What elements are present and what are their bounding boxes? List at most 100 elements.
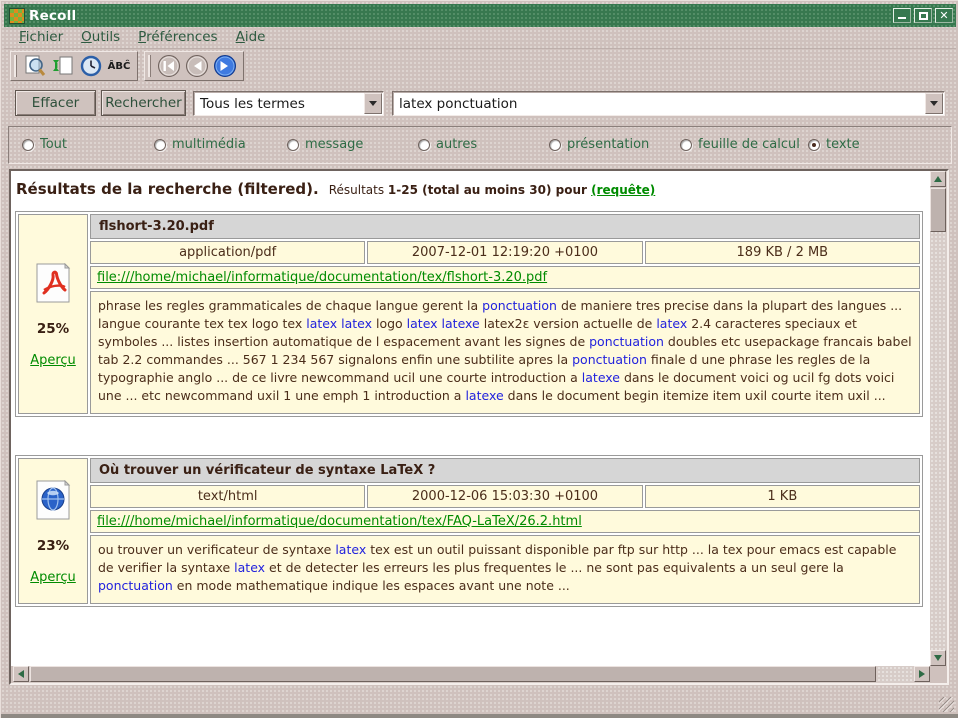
relevance-percent: 23% — [19, 538, 87, 554]
preview-link[interactable]: Aperçu — [30, 570, 76, 585]
term-explorer-icon[interactable]: ÂBĈ — [105, 53, 133, 79]
snippet-highlight: latex latexe — [407, 316, 480, 331]
radio-icon — [680, 139, 692, 151]
toolbar-group-nav — [144, 51, 244, 81]
snippet-highlight: latex — [335, 542, 366, 557]
previous-page-icon[interactable] — [183, 53, 211, 79]
snippet-highlight: latexe — [465, 388, 503, 403]
toolbar: ÂBĈ — [4, 49, 956, 83]
menubar: Fichier Outils Préférences Aide — [4, 27, 956, 49]
maximize-icon — [919, 12, 928, 20]
vertical-scrollbar[interactable] — [930, 171, 947, 666]
snippet-highlight: ponctuation — [572, 352, 647, 367]
radio-icon — [22, 139, 34, 151]
result-url-link[interactable]: file:///home/michael/informatique/docume… — [97, 514, 582, 529]
toolbar-handle[interactable] — [148, 55, 151, 77]
toolbar-group-main: ÂBĈ — [10, 51, 138, 81]
filter-radio-feuille-de-calcul[interactable]: feuille de calcul — [680, 137, 800, 152]
scroll-left-icon[interactable] — [13, 666, 29, 682]
filter-label: message — [305, 137, 363, 152]
maximize-button[interactable] — [914, 8, 932, 23]
result-item: 25% Aperçu flshort-3.20.pdf application/… — [15, 211, 923, 417]
result-side-cell: 23% Aperçu — [18, 458, 88, 604]
titlebar[interactable]: Recoll ✕ — [4, 4, 956, 27]
menu-fichier[interactable]: Fichier — [10, 27, 72, 48]
menu-aide[interactable]: Aide — [227, 27, 275, 48]
snippet-highlight: latexe — [582, 370, 620, 385]
radio-icon — [287, 139, 299, 151]
filter-label: multimédia — [172, 137, 246, 152]
result-item: 23% Aperçu Où trouver un vérificateur de… — [15, 455, 923, 607]
chevron-down-icon[interactable] — [364, 93, 382, 114]
result-snippet: ou trouver un verificateur de syntaxe la… — [90, 535, 920, 604]
filter-radio-multimedia[interactable]: multimédia — [154, 137, 246, 152]
close-icon: ✕ — [936, 9, 952, 22]
horizontal-scrollbar[interactable] — [13, 666, 930, 683]
result-size: 1 KB — [645, 485, 920, 508]
relevance-percent: 25% — [19, 321, 87, 337]
scroll-up-icon[interactable] — [930, 171, 946, 187]
snippet-highlight: latex — [234, 560, 265, 575]
resize-grip[interactable] — [939, 697, 954, 712]
document-preview-icon[interactable] — [21, 53, 49, 79]
filter-radio-texte[interactable]: texte — [808, 137, 860, 152]
pdf-file-icon — [35, 263, 71, 307]
filter-radio-autres[interactable]: autres — [418, 137, 477, 152]
history-clock-icon[interactable] — [77, 53, 105, 79]
snippet-text: et de detecter les erreurs les plus freq… — [265, 560, 844, 575]
radio-icon — [808, 139, 820, 151]
result-title: Où trouver un vérificateur de syntaxe La… — [90, 458, 920, 483]
snippet-highlight: latex — [656, 316, 687, 331]
result-snippet: phrase les regles grammaticales de chaqu… — [90, 291, 920, 414]
snippet-text: phrase les regles grammaticales de chaqu… — [98, 298, 482, 313]
result-mime: text/html — [90, 485, 365, 508]
results-count-prefix: Résultats — [329, 183, 388, 197]
search-mode-select[interactable]: Tous les termes — [193, 91, 384, 116]
snippet-text: en mode mathematique indique les espaces… — [173, 578, 570, 593]
next-page-icon[interactable] — [211, 53, 239, 79]
clear-button[interactable]: Effacer — [15, 90, 96, 116]
sort-by-date-icon[interactable] — [49, 53, 77, 79]
filter-label: texte — [826, 137, 860, 152]
window-title: Recoll — [29, 8, 76, 24]
recoll-app-icon — [9, 8, 25, 24]
category-filter-frame: Tout multimédia message autres présentat… — [8, 126, 952, 164]
first-page-icon[interactable] — [155, 53, 183, 79]
result-date: 2000-12-06 15:03:30 +0100 — [367, 485, 642, 508]
radio-icon — [418, 139, 430, 151]
search-query-input[interactable]: latex ponctuation — [392, 91, 945, 116]
window-edge — [1, 714, 958, 718]
menu-preferences[interactable]: Préférences — [129, 27, 226, 48]
result-url-link[interactable]: file:///home/michael/informatique/docume… — [97, 270, 547, 285]
snippet-text: latex2ε version actuelle de — [480, 316, 657, 331]
minimize-button[interactable] — [893, 8, 911, 23]
filter-radio-message[interactable]: message — [287, 137, 363, 152]
filter-label: autres — [436, 137, 477, 152]
preview-link[interactable]: Aperçu — [30, 353, 76, 368]
results-list: Résultats de la recherche (filtered). Rés… — [11, 171, 930, 666]
scroll-right-icon[interactable] — [914, 666, 930, 682]
result-mime: application/pdf — [90, 241, 365, 264]
toolbar-handle[interactable] — [14, 55, 17, 77]
filter-label: Tout — [40, 137, 67, 152]
query-link[interactable]: (requête) — [591, 183, 655, 197]
snippet-highlight: ponctuation — [482, 298, 557, 313]
result-title: flshort-3.20.pdf — [90, 214, 920, 239]
vertical-scroll-thumb[interactable] — [930, 188, 946, 232]
filter-radio-tout[interactable]: Tout — [22, 137, 67, 152]
results-frame: Résultats de la recherche (filtered). Rés… — [9, 169, 949, 685]
close-button[interactable]: ✕ — [935, 8, 953, 23]
snippet-text: ou trouver un verificateur de syntaxe — [98, 542, 335, 557]
snippet-highlight: latex latex — [306, 316, 372, 331]
snippet-text: dans le document begin itemize item uxil… — [504, 388, 886, 403]
search-button[interactable]: Rechercher — [101, 90, 186, 116]
minimize-icon — [898, 17, 906, 19]
radio-icon — [549, 139, 561, 151]
menu-outils[interactable]: Outils — [72, 27, 129, 48]
horizontal-scroll-thumb[interactable] — [30, 666, 876, 682]
snippet-text: logo — [372, 316, 407, 331]
filter-radio-presentation[interactable]: présentation — [549, 137, 649, 152]
results-title: Résultats de la recherche (filtered). — [16, 180, 319, 198]
scroll-down-icon[interactable] — [930, 650, 946, 666]
chevron-down-icon[interactable] — [925, 93, 943, 114]
